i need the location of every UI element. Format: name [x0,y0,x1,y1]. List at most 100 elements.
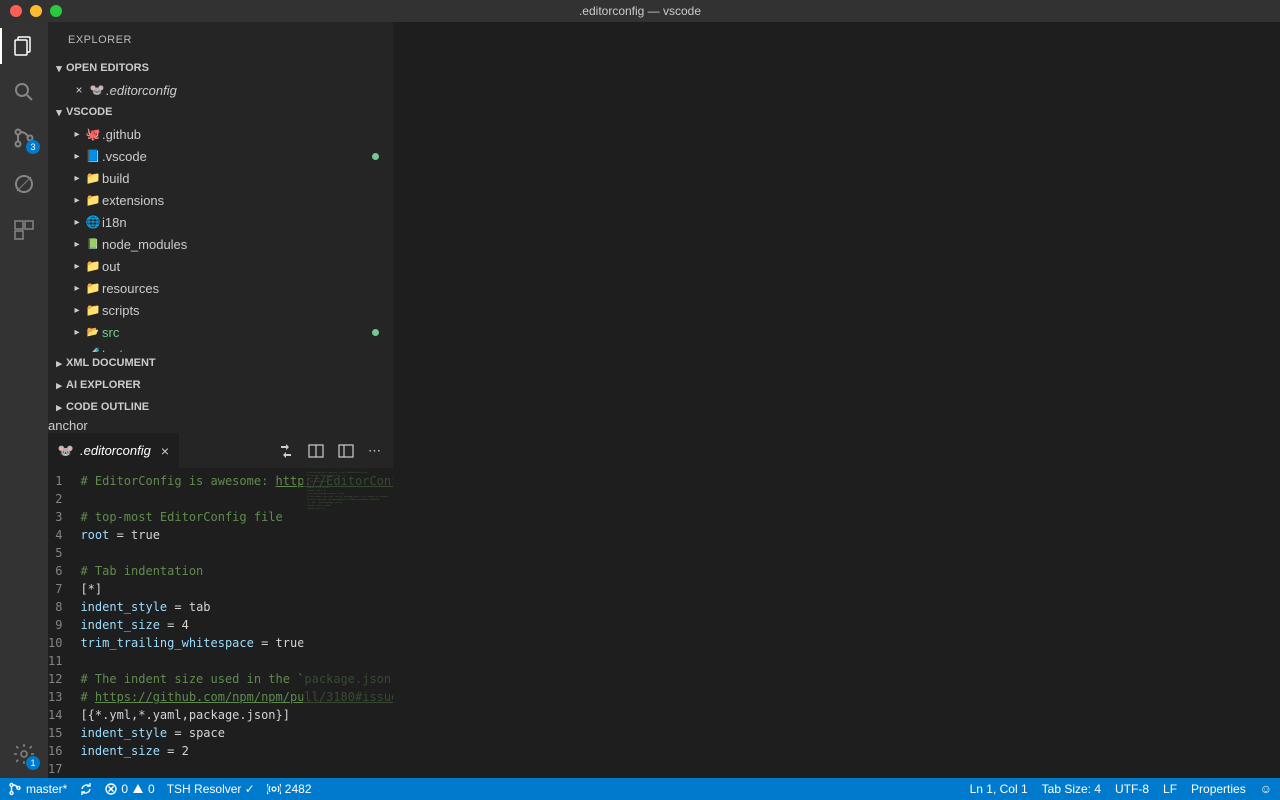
folder-item[interactable]: ▸📗node_modules [48,233,393,255]
chevron-right-icon: ▸ [70,151,84,162]
folder-item[interactable]: ▸📁resources [48,277,393,299]
close-icon[interactable]: × [161,443,169,459]
xml-document-label: XML DOCUMENT [66,357,156,369]
layout-icon[interactable] [338,443,354,459]
open-editors-header[interactable]: ▾ OPEN EDITORS [48,57,393,79]
window-controls [10,5,62,17]
line-number: 1 [48,472,62,490]
more-icon[interactable]: ⋯ [368,443,381,459]
mouse-icon: 🐭 [58,443,74,459]
folder-item[interactable]: ▸📁out [48,255,393,277]
split-editor-icon[interactable] [308,443,324,459]
modified-indicator [372,329,379,336]
item-label: node_modules [102,237,187,252]
explorer-activity[interactable] [10,32,38,60]
chevron-right-icon: ▸ [70,217,84,228]
item-label: .vscode [102,149,147,164]
tab-size-status[interactable]: Tab Size: 4 [1042,782,1101,796]
line-number: 16 [48,742,62,760]
close-icon[interactable]: × [70,83,88,97]
ai-explorer-header[interactable]: ▸ AI EXPLORER [48,374,393,396]
scm-activity[interactable]: 3 [10,124,38,152]
item-label: .github [102,127,141,142]
item-label: scripts [102,303,140,318]
explorer-title: EXPLORER [48,22,393,57]
item-label: out [102,259,120,274]
search-activity[interactable] [10,78,38,106]
line-number: 10 [48,634,62,652]
git-branch-status[interactable]: master* [8,782,67,796]
line-number: 12 [48,670,62,688]
minimize-window-button[interactable] [30,5,42,17]
activity-bar: 3 1 [0,22,48,778]
live-server-status[interactable]: 2482 [267,782,312,796]
chevron-right-icon: ▸ [70,283,84,294]
feedback-icon[interactable]: ☺ [1260,782,1272,796]
open-editors-tree: ×🐭.editorconfig [48,79,393,101]
src-icon: 📂 [84,327,102,338]
folder-item[interactable]: ▸📁scripts [48,299,393,321]
folder-item[interactable]: ▸📂src [48,321,393,343]
minimap[interactable]: # EditorConfig is awesome: http://Editor… [303,468,393,778]
chevron-right-icon: ▸ [70,349,84,353]
scm-badge: 3 [26,140,40,154]
item-label: resources [102,281,159,296]
window-title: .editorconfig — vscode [579,4,701,18]
open-editor-item[interactable]: ×🐭.editorconfig [48,79,393,101]
open-editors-label: OPEN EDITORS [66,62,149,74]
line-number: 13 [48,688,62,706]
branch-name: master* [26,782,67,796]
line-number: 7 [48,580,62,598]
folder-item[interactable]: ▸🌐i18n [48,211,393,233]
extensions-activity[interactable] [10,216,38,244]
chevron-down-icon: ▾ [52,62,66,75]
cursor-position-status[interactable]: Ln 1, Col 1 [970,782,1028,796]
workspace-header[interactable]: ▾ VSCODE [48,101,393,123]
tab-editorconfig[interactable]: 🐭 .editorconfig × [48,433,180,468]
folder-icon: 📁 [84,259,102,273]
code-outline-label: CODE OUTLINE [66,401,149,413]
editor-toolbar: ⋯ [278,433,393,468]
tsh-resolver-status[interactable]: TSH Resolver ✓ [167,782,255,796]
compare-icon[interactable] [278,443,294,459]
modified-indicator [372,153,379,160]
github-icon: 🐙 [84,127,102,141]
line-number: 9 [48,616,62,634]
folder-item[interactable]: ▸🧪test [48,343,393,352]
file-label: .editorconfig [106,83,177,98]
editor-body[interactable]: 1234567891011121314151617 # EditorConfig… [48,468,393,778]
folder-item[interactable]: ▸📁extensions [48,189,393,211]
xml-document-header[interactable]: ▸ XML DOCUMENT [48,352,393,374]
close-window-button[interactable] [10,5,22,17]
editor-tabs: 🐭 .editorconfig × ⋯ [48,433,393,468]
line-number: 15 [48,724,62,742]
problems-status[interactable]: 0 0 [105,782,154,796]
folder-icon: 📁 [84,193,102,207]
language-status[interactable]: Properties [1191,782,1246,796]
settings-activity[interactable]: 1 [10,740,38,768]
code-outline-header[interactable]: ▸ CODE OUTLINE [48,396,393,418]
chevron-right-icon: ▸ [70,195,84,206]
eol-status[interactable]: LF [1163,782,1177,796]
folder-item[interactable]: ▸📁build [48,167,393,189]
sync-status[interactable] [79,782,93,796]
workspace-tree: ▸🐙.github▸📘.vscode▸📁build▸📁extensions▸🌐i… [48,123,393,352]
chevron-right-icon: ▸ [70,173,84,184]
chevron-right-icon: ▸ [70,305,84,316]
settings-badge: 1 [26,756,40,770]
line-number: 8 [48,598,62,616]
chevron-right-icon: ▸ [70,261,84,272]
titlebar: .editorconfig — vscode [0,0,1280,22]
folder-item[interactable]: ▸📘.vscode [48,145,393,167]
editor-area: 🐭 .editorconfig × ⋯ 12345678910111213141… [48,433,393,778]
encoding-status[interactable]: UTF-8 [1115,782,1149,796]
port-number: 2482 [285,782,312,796]
item-label: extensions [102,193,164,208]
mouse-icon: 🐭 [88,83,106,97]
warning-count: 0 [148,782,155,796]
maximize-window-button[interactable] [50,5,62,17]
line-number: 6 [48,562,62,580]
debug-activity[interactable] [10,170,38,198]
folder-item[interactable]: ▸🐙.github [48,123,393,145]
line-number: 11 [48,652,62,670]
